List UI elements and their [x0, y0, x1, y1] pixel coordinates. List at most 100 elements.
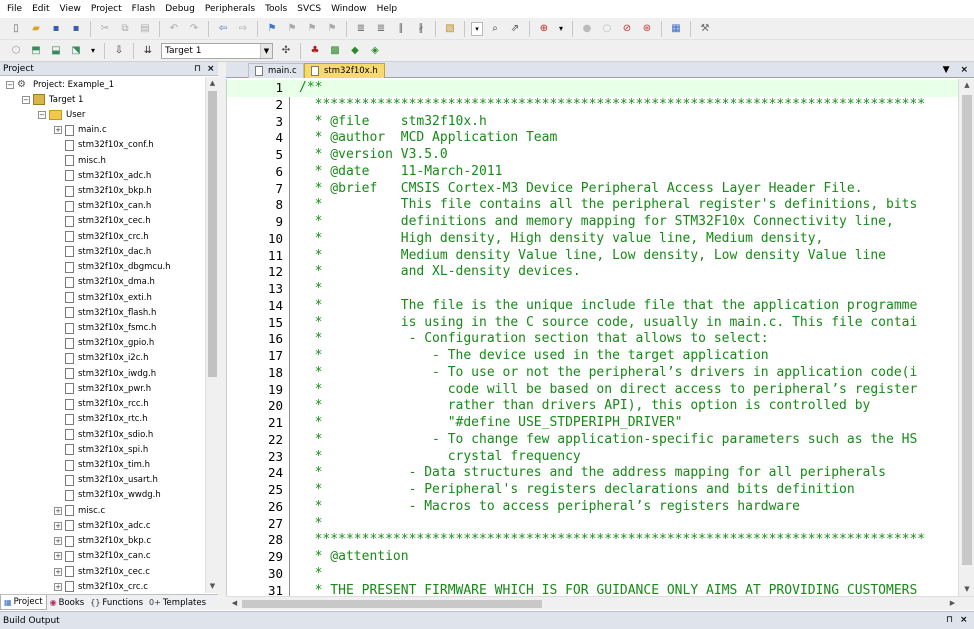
tree-item[interactable]: stm32f10x_fsmc.h: [54, 321, 156, 336]
tree-item[interactable]: stm32f10x_pwr.h: [54, 381, 151, 396]
code-line[interactable]: 7 * @brief CMSIS Cortex-M3 Device Periph…: [227, 181, 958, 198]
code-line[interactable]: 3 * @file stm32f10x.h: [227, 114, 958, 131]
tree-item[interactable]: stm32f10x_i2c.h: [54, 351, 148, 366]
tree-item[interactable]: stm32f10x_conf.h: [54, 138, 154, 153]
tree-item[interactable]: stm32f10x_sdio.h: [54, 427, 153, 442]
code-line[interactable]: 5 * @version V3.5.0: [227, 147, 958, 164]
download-icon[interactable]: ⇩: [112, 44, 126, 58]
editor-vertical-scrollbar[interactable]: ▲ ▼: [958, 79, 974, 596]
tree-item[interactable]: stm32f10x_bkp.h: [54, 184, 152, 199]
code-line[interactable]: 8 * This file contains all the periphera…: [227, 197, 958, 214]
rebuild-icon[interactable]: ⬓: [49, 44, 63, 58]
code-line[interactable]: 11 * Medium density Value line, Low dens…: [227, 248, 958, 265]
code-line[interactable]: 1 /**: [227, 80, 958, 97]
manage-project-icon[interactable]: ♣: [308, 44, 322, 58]
pin-icon[interactable]: ⊓: [194, 62, 201, 76]
code-line[interactable]: 12 * and XL-density devices.: [227, 264, 958, 281]
code-line[interactable]: 19 * code will be based on direct access…: [227, 382, 958, 399]
tree-item[interactable]: stm32f10x_gpio.h: [54, 336, 154, 351]
code-line[interactable]: 10 * High density, High density value li…: [227, 231, 958, 248]
redo-icon[interactable]: ↷: [187, 22, 201, 36]
breakpoint-icon[interactable]: ●: [580, 22, 594, 36]
search-icon[interactable]: ⌕: [488, 22, 502, 36]
code-line[interactable]: 14 * The file is the unique include file…: [227, 298, 958, 315]
code-line[interactable]: 22 * - To change few application-specifi…: [227, 432, 958, 449]
comment-icon[interactable]: ∥: [394, 22, 408, 36]
code-line[interactable]: 30 *: [227, 566, 958, 583]
translate-icon[interactable]: ⬡: [9, 44, 23, 58]
bookmark-icon[interactable]: ⚑: [265, 22, 279, 36]
tab-functions[interactable]: {} Functions: [87, 595, 146, 610]
tree-item[interactable]: stm32f10x_dma.h: [54, 275, 155, 290]
menu-project[interactable]: Project: [86, 0, 127, 18]
tree-item[interactable]: − Target 1: [22, 92, 83, 107]
new-file-icon[interactable]: ▯: [9, 22, 23, 36]
breakpoint-kill-icon[interactable]: ⊘: [620, 22, 634, 36]
menu-svcs[interactable]: SVCS: [292, 0, 326, 18]
menu-tools[interactable]: Tools: [260, 0, 292, 18]
code-line[interactable]: 24 * - Data structures and the address m…: [227, 465, 958, 482]
scrollbar-thumb[interactable]: [242, 600, 542, 608]
menu-peripherals[interactable]: Peripherals: [200, 0, 260, 18]
editor-horizontal-scrollbar[interactable]: ◀ ▶: [226, 596, 974, 610]
tab-books[interactable]: ◉ Books: [47, 595, 88, 610]
configure-icon[interactable]: ⚒: [698, 22, 712, 36]
tree-item[interactable]: + stm32f10x_adc.c: [54, 518, 151, 533]
expand-icon[interactable]: +: [54, 537, 62, 546]
tree-item[interactable]: + stm32f10x_can.c: [54, 549, 151, 564]
build-icon[interactable]: ⬒: [29, 44, 43, 58]
batch-build-icon[interactable]: ⬔: [69, 44, 83, 58]
expand-icon[interactable]: +: [54, 521, 62, 530]
tree-item[interactable]: stm32f10x_wwdg.h: [54, 488, 161, 503]
debug-start-icon[interactable]: ⊕: [537, 22, 551, 36]
tree-item[interactable]: + misc.c: [54, 503, 105, 518]
save-icon[interactable]: ▪: [49, 22, 63, 36]
find-in-files-icon[interactable]: ▧: [443, 22, 457, 36]
menu-help[interactable]: Help: [372, 0, 403, 18]
bookmark-prev-icon[interactable]: ⚑: [285, 22, 299, 36]
tree-item[interactable]: stm32f10x_crc.h: [54, 229, 149, 244]
breakpoint-disable-icon[interactable]: ○: [600, 22, 614, 36]
scroll-right-icon[interactable]: ▶: [946, 597, 959, 610]
code-line[interactable]: 25 * - Peripheral's registers declaratio…: [227, 482, 958, 499]
code-editor[interactable]: − 1/**2 ********************************…: [226, 79, 958, 596]
code-line[interactable]: 6 * @date 11-March-2011: [227, 164, 958, 181]
copy-icon[interactable]: ⧉: [118, 22, 132, 36]
tree-item[interactable]: + stm32f10x_bkp.c: [54, 534, 151, 549]
menu-file[interactable]: File: [2, 0, 27, 18]
scroll-down-icon[interactable]: ▼: [959, 583, 974, 596]
stop-build-icon[interactable]: ⇊: [141, 44, 155, 58]
collapse-icon[interactable]: −: [6, 80, 14, 89]
code-line[interactable]: 23 * crystal frequency: [227, 449, 958, 466]
scroll-up-icon[interactable]: ▲: [959, 79, 974, 92]
dropdown-arrow-icon[interactable]: ▾: [557, 22, 565, 36]
code-line[interactable]: 17 * - The device used in the target app…: [227, 348, 958, 365]
manage-rte-icon[interactable]: ◈: [368, 44, 382, 58]
collapse-icon[interactable]: −: [38, 110, 46, 119]
scrollbar-thumb[interactable]: [208, 91, 217, 377]
tree-item[interactable]: + main.c: [54, 123, 107, 138]
code-line[interactable]: 4 * @author MCD Application Team: [227, 130, 958, 147]
code-line[interactable]: 9 * definitions and memory mapping for S…: [227, 214, 958, 231]
pin-icon[interactable]: ⊓: [946, 612, 953, 629]
dropdown-arrow-icon[interactable]: ▾: [89, 44, 97, 58]
unindent-icon[interactable]: ≣: [374, 22, 388, 36]
bookmark-next-icon[interactable]: ⚑: [305, 22, 319, 36]
uncomment-icon[interactable]: ∦: [414, 22, 428, 36]
expand-icon[interactable]: +: [54, 552, 62, 561]
expand-icon[interactable]: +: [54, 567, 62, 576]
expand-icon[interactable]: +: [54, 126, 62, 135]
chevron-down-icon[interactable]: ▼: [260, 43, 272, 58]
tree-item[interactable]: stm32f10x_rcc.h: [54, 397, 149, 412]
tree-item[interactable]: + stm32f10x_crc.c: [54, 579, 148, 593]
close-tab-icon[interactable]: ×: [960, 65, 968, 75]
splitter[interactable]: [218, 62, 226, 610]
code-line[interactable]: 16 * - Configuration section that allows…: [227, 331, 958, 348]
tab-list-dropdown-icon[interactable]: ▼: [943, 65, 950, 75]
nav-forward-icon[interactable]: ⇨: [236, 22, 250, 36]
collapse-icon[interactable]: −: [22, 95, 30, 104]
undo-icon[interactable]: ↶: [167, 22, 181, 36]
code-line[interactable]: 2 **************************************…: [227, 97, 958, 114]
manage-packs-icon[interactable]: ▩: [328, 44, 342, 58]
tab-main-c[interactable]: main.c: [248, 63, 304, 78]
